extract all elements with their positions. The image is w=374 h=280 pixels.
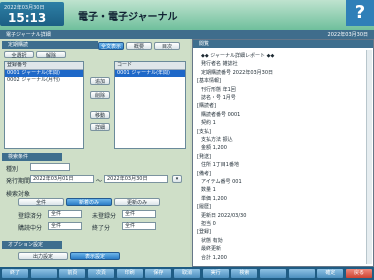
check-select-4[interactable]: 全件 (122, 222, 156, 230)
preview-scrollbar[interactable] (366, 50, 372, 264)
toolbar-button-7[interactable]: 取消 (174, 269, 200, 278)
preview-line: [基本情報] (197, 78, 221, 85)
target-update-button[interactable]: 更新のみ (114, 198, 160, 206)
toolbar-button-3[interactable]: 前頁 (59, 269, 86, 278)
clock-panel: 2022年03月30日 15:13 (0, 2, 64, 26)
calendar-icon[interactable]: ▾ (172, 175, 182, 183)
toolbar-button-8[interactable]: 実行 (202, 269, 229, 278)
kind-select[interactable] (30, 163, 70, 171)
preview-line: 住所 1丁目1番地 (201, 162, 239, 169)
subscription-title: 定期購読 (2, 41, 98, 49)
screen-name: 電子ジャーナル詳細 (6, 32, 51, 38)
toolbar-button-2[interactable] (30, 269, 57, 278)
toolbar-button-11[interactable] (288, 269, 315, 278)
preview-line: 単価 1,200 (201, 195, 227, 202)
left-panel: 定期購読 全選択 解除 全文表示 概要 目次 登録番号 0001 ジャーナル(年… (0, 39, 190, 267)
move-button[interactable]: 移動 (90, 111, 110, 119)
add-button[interactable]: 追加 (90, 77, 110, 85)
preview-line: 支払方法 振込 (201, 137, 233, 143)
screen-date: 2022年03月30日 (327, 32, 368, 38)
check-label-3: 購読中分 (18, 225, 43, 232)
preview-line: 状態 有効 (201, 237, 223, 244)
target-label: 検索対象 (6, 191, 31, 198)
preview-line: [履歴] (197, 204, 211, 211)
toolbar-button-12[interactable]: 確定 (317, 269, 344, 278)
app-title: 電子・電子ジャーナル (78, 12, 178, 23)
preview-line: 購読者番号 0001 (201, 111, 241, 118)
option-title: オプション設定 (2, 241, 62, 249)
toolbar-button-13[interactable]: 戻る (346, 269, 372, 278)
preview-line: 発行者名 雑誌社 (201, 61, 238, 68)
list-item[interactable]: 0001 ジャーナル(年間) (5, 70, 83, 77)
right-list-header: コード (115, 62, 185, 70)
check-select-2[interactable]: 全件 (122, 210, 156, 218)
detail-button[interactable]: 詳細 (90, 123, 110, 131)
search-title: 検索条件 (2, 153, 62, 161)
preview-line: 担当 0 (201, 221, 216, 227)
date-to-field[interactable]: 2022年03月30日 (104, 175, 168, 183)
clear-button[interactable]: 解除 (36, 51, 66, 59)
preview-line: [支払] (197, 128, 211, 135)
preview-content: ◆◆ ジャーナル詳細レポート ◆◆ 発行者名 雑誌社 定期購読番号 2022年03月… (197, 52, 367, 262)
toolbar-button-5[interactable]: 印刷 (116, 269, 143, 278)
left-list-header: 登録番号 (5, 62, 83, 70)
tab-fulltext[interactable]: 全文表示 (98, 42, 124, 50)
kind-label: 種別 (6, 166, 19, 173)
display-setting-button[interactable]: 表示設定 (70, 252, 120, 260)
check-label-2: 未登録分 (92, 213, 117, 220)
list-item[interactable]: 0001 ジャーナル(年間) (115, 70, 185, 77)
preview-line: 誌名・号 1月号 (201, 95, 236, 101)
preview-line: [発送] (197, 153, 211, 160)
tab-contents[interactable]: 目次 (154, 42, 180, 50)
toolbar-button-6[interactable]: 保存 (145, 269, 172, 278)
sub-header: 電子ジャーナル詳細 2022年03月30日 (0, 30, 374, 39)
function-toolbar: 終了 前頁 次頁 印刷 保存 取消 実行 検索 確定 戻る (0, 267, 374, 280)
range-tilde: ～ (96, 178, 103, 185)
preview-line: 数量 1 (201, 187, 216, 194)
toolbar-button-1[interactable]: 終了 (2, 269, 28, 278)
check-label-4: 終了分 (92, 225, 111, 232)
preview-line: [備考] (197, 170, 211, 177)
toolbar-button-9[interactable]: 検索 (231, 269, 258, 278)
help-icon[interactable]: ? (346, 0, 374, 26)
preview-line: 最終更新 (201, 246, 222, 253)
check-select-1[interactable]: 全件 (48, 210, 82, 218)
date-label: 2022年03月30日 (4, 5, 45, 11)
preview-line: 合計 1,200 (201, 254, 227, 261)
list-item[interactable]: 0002 ジャーナル(月刊) (5, 77, 83, 84)
preview-line: 契約 1 (201, 120, 216, 127)
preview-line: 更新日 2022/03/30 (201, 212, 247, 219)
preview-line: [購読者] (197, 103, 216, 110)
preview-line: 定期購読番号 2022年03月30日 (201, 69, 274, 76)
target-new-button[interactable]: 新着のみ (66, 198, 112, 206)
preview-line: 金額 1,200 (201, 145, 227, 152)
right-list[interactable]: コード 0001 ジャーナル(年間) (114, 61, 186, 149)
left-list[interactable]: 登録番号 0001 ジャーナル(年間) 0002 ジャーナル(月刊) (4, 61, 84, 149)
preview-title: 閲覧 (193, 40, 373, 48)
preview-panel: 閲覧 ◆◆ ジャーナル詳細レポート ◆◆ 発行者名 雑誌社 定期購読番号 2022年… (192, 39, 374, 267)
date-from-field[interactable]: 2022年03月01日 (30, 175, 94, 183)
preview-line: ◆◆ ジャーナル詳細レポート ◆◆ (201, 53, 275, 59)
target-all-button[interactable]: 全件 (18, 198, 64, 206)
toolbar-button-4[interactable]: 次頁 (88, 269, 114, 278)
preview-line: [登録] (197, 229, 211, 236)
time-label: 15:13 (8, 11, 47, 25)
toolbar-button-10[interactable] (260, 269, 286, 278)
check-select-3[interactable]: 全件 (48, 222, 82, 230)
preview-line: 刊行形態 年1回 (201, 86, 236, 93)
preview-line: アイテム番号 001 (201, 179, 242, 185)
delete-button[interactable]: 削除 (90, 91, 110, 99)
select-all-button[interactable]: 全選択 (4, 51, 34, 59)
tab-summary[interactable]: 概要 (126, 42, 152, 50)
check-label-1: 登録済分 (18, 213, 43, 220)
output-setting-button[interactable]: 出力設定 (18, 252, 68, 260)
period-label: 発行期間 (6, 178, 31, 185)
